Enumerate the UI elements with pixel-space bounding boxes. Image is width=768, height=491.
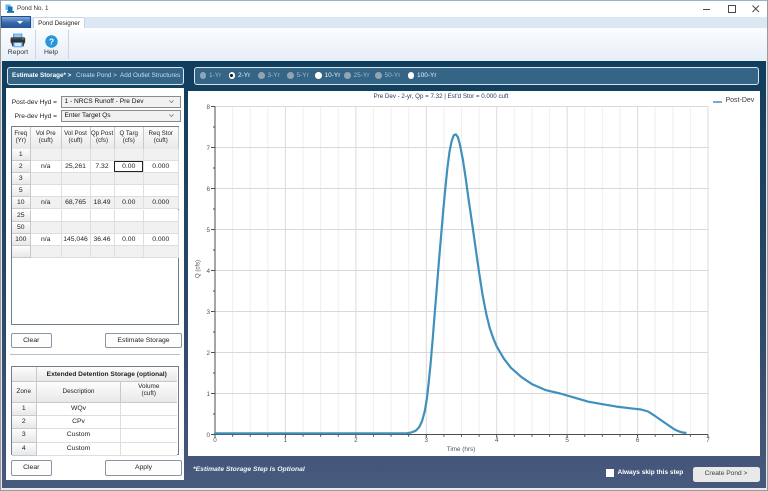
svg-text:7: 7 [706, 437, 710, 444]
svg-text:6: 6 [206, 185, 210, 192]
svg-text:8: 8 [206, 103, 210, 110]
svg-text:1: 1 [206, 390, 210, 397]
svg-text:6: 6 [636, 437, 640, 444]
svg-text:Q (cfs): Q (cfs) [196, 260, 202, 278]
svg-text:7: 7 [206, 144, 210, 151]
svg-text:2: 2 [354, 437, 358, 444]
svg-text:?: ? [48, 36, 53, 46]
svg-text:3: 3 [425, 437, 429, 444]
svg-text:4: 4 [495, 437, 499, 444]
svg-text:0: 0 [206, 431, 210, 438]
svg-text:1: 1 [284, 437, 288, 444]
svg-text:4: 4 [206, 267, 210, 274]
svg-text:0: 0 [213, 437, 217, 444]
svg-text:3: 3 [206, 308, 210, 315]
svg-text:5: 5 [206, 226, 210, 233]
svg-text:Time (hrs): Time (hrs) [447, 446, 475, 453]
svg-text:5: 5 [565, 437, 569, 444]
svg-text:2: 2 [206, 349, 210, 356]
